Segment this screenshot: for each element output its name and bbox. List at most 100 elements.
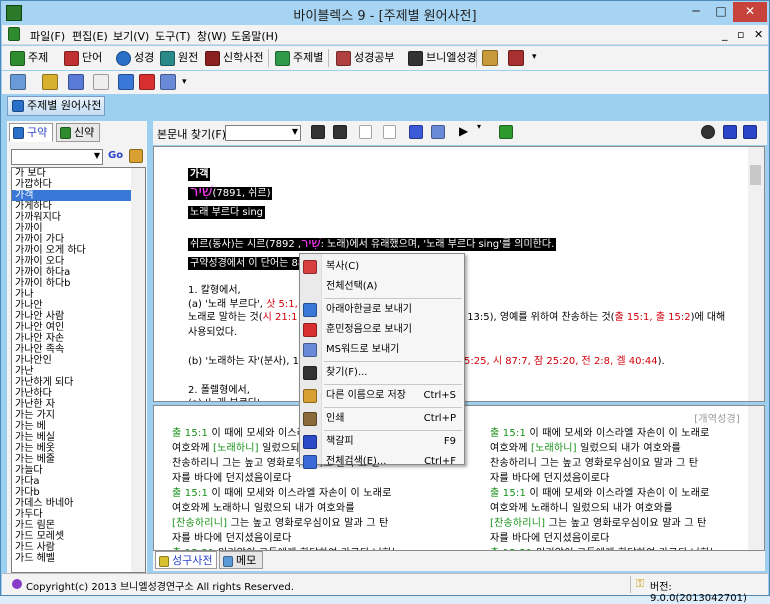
minimize-button[interactable]: ─ [683,2,709,22]
word-list-item[interactable]: 가는 베옷 [12,443,145,454]
context-menu-item[interactable]: 찾기(F)... [300,363,464,383]
toolbar-original-button[interactable]: 원전 [160,49,198,67]
layout-alt-icon[interactable] [743,125,757,139]
toolbar-topic-button[interactable]: 주제 [10,49,48,67]
binoculars-icon[interactable] [311,125,325,139]
page-icon[interactable] [359,125,372,139]
word-list-item[interactable]: 가다a [12,476,145,487]
word-list-item[interactable]: 가깝하다 [12,179,145,190]
tab-old-testament[interactable]: 구약 [9,123,53,142]
play-icon[interactable]: ▶ [459,124,468,138]
page-icon[interactable] [93,74,109,90]
context-menu-item[interactable]: 인쇄 Ctrl+P [300,409,464,429]
find-next-icon[interactable] [333,125,347,139]
close-button[interactable]: ✕ [733,2,767,22]
word-list-scrollbar[interactable] [131,168,145,572]
concordance-scrollbar[interactable] [748,406,764,550]
scrollbar-thumb[interactable] [750,165,761,185]
context-menu-item[interactable]: 훈민정음으로 보내기 [300,320,464,340]
menu-edit[interactable]: 편집(E) [72,28,108,44]
word-list-item[interactable]: 가까이 가다 [12,234,145,245]
word-search-combo[interactable]: ▼ [11,149,103,165]
hunmin-icon[interactable] [139,74,155,90]
menu-file[interactable]: 파일(F) [30,28,65,44]
word-list-item[interactable]: 가드 사람 [12,542,145,553]
toolbar-bible-button[interactable]: 성경 [116,49,154,67]
toolbar-peniel-button[interactable]: 브니엘성경 [408,49,477,67]
title-bar[interactable]: 바이블렉스 9 - [주제별 원어사전] ─ □ ✕ [1,1,769,25]
library-icon[interactable] [482,50,498,66]
exit-icon[interactable] [508,50,524,66]
toolbar-study-button[interactable]: 성경공부 [336,49,394,67]
word-list-item[interactable]: 가드 모레셋 [12,531,145,542]
menu-view[interactable]: 보기(V) [113,28,149,44]
word-list-item[interactable]: 가나안 자손 [12,333,145,344]
edit-doc-icon[interactable] [10,74,26,90]
context-menu-item[interactable]: 다른 이름으로 저장 Ctrl+S [300,386,464,406]
word-list-item[interactable]: 가난 [12,366,145,377]
word-list-item[interactable]: 가나안 족속 [12,344,145,355]
word-list-item[interactable]: 가까이 하다a [12,267,145,278]
search-doc-icon[interactable] [431,125,445,139]
article-scrollbar[interactable] [748,147,764,401]
tab-topic-dictionary[interactable]: 주제별 원어사전 [7,96,105,116]
word-list-item[interactable]: 가나안 여인 [12,322,145,333]
word-list-item[interactable]: 가드 헤벨 [12,553,145,564]
overflow-icon[interactable]: ▾ [477,122,481,131]
verse-link[interactable]: 5:25, 시 87:7, 잠 25:20, 전 2:8, 겔 40:44 [464,356,658,367]
verse-ref[interactable]: 출 15:1 [490,428,526,439]
word-icon[interactable] [160,74,176,90]
toolbar-by-topic-button[interactable]: 주제별 [275,49,323,67]
word-list-item[interactable]: 가다b [12,487,145,498]
tab-memo[interactable]: 메모 [219,551,263,569]
word-list-item[interactable]: 가나안인 [12,355,145,366]
word-list-item[interactable]: 가게하다 [12,201,145,212]
page-icon[interactable] [383,125,396,139]
word-list-item[interactable]: 가 보다 [12,168,145,179]
context-menu-item[interactable]: MS워드로 보내기 [300,340,464,360]
toolbar-theology-button[interactable]: 신학사전 [205,49,263,67]
word-list[interactable]: 가 보다 가깝하다 가객 가게하다 가까워지다 가까이 가까이 가다 가까이 오게 하다 가까이… [11,167,146,573]
context-menu-item[interactable]: 아래아한글로 보내기 [300,300,464,320]
word-list-item[interactable]: 가나안 사람 [12,311,145,322]
context-menu-item[interactable]: 전체선택(A) [300,277,464,297]
context-menu-item[interactable]: 복사(C) [300,257,464,277]
tab-concordance[interactable]: 성구사전 [155,551,217,569]
word-list-item[interactable]: 가는 가지 [12,410,145,421]
verse-ref[interactable]: 출 15:1 [172,428,208,439]
verse-link[interactable]: 시 21:1 [263,312,298,323]
word-list-item[interactable]: 가난하다 [12,388,145,399]
word-list-item[interactable]: 가난하게 되다 [12,377,145,388]
go-button[interactable]: Go [108,150,123,161]
word-list-item[interactable]: 가까이 오게 하다 [12,245,145,256]
word-list-item[interactable]: 가객 [12,190,145,201]
find-input[interactable]: ▼ [225,125,301,141]
toolbar-word-button[interactable]: 단어 [64,49,102,67]
word-list-item[interactable]: 가는 베 [12,421,145,432]
context-menu-item[interactable]: 전체검색(E)... Ctrl+F [300,452,464,472]
word-list-item[interactable]: 가늘다 [12,465,145,476]
word-list-item[interactable]: 가드 림몬 [12,520,145,531]
refresh-icon[interactable] [499,125,513,139]
tab-new-testament[interactable]: 신약 [56,123,100,142]
menu-window[interactable]: 창(W) [197,28,227,44]
word-list-item[interactable]: 가데스 바네아 [12,498,145,509]
toolbar-overflow-icon[interactable]: ▾ [532,52,537,62]
word-list-item[interactable]: 가두다 [12,509,145,520]
word-list-item[interactable]: 가나 [12,289,145,300]
word-list-item[interactable]: 가나안 [12,300,145,311]
settings-icon[interactable] [129,149,143,163]
save-doc-icon[interactable] [68,74,84,90]
context-menu-item[interactable]: 책갈피 F9 [300,432,464,452]
verse-ref[interactable]: 출 15:1 [490,488,526,499]
word-list-item[interactable]: 가까이 오다 [12,256,145,267]
folder-icon[interactable] [42,74,58,90]
books-icon[interactable] [409,125,423,139]
mdi-controls[interactable]: _ ▫ ✕ [722,28,766,41]
hangul-icon[interactable] [118,74,134,90]
word-list-item[interactable]: 가는 베줄 [12,454,145,465]
maximize-button[interactable]: □ [709,2,733,22]
menu-tools[interactable]: 도구(T) [155,28,191,44]
toolbar-overflow-icon[interactable]: ▾ [182,77,187,87]
verse-link[interactable]: 출 15:1, 출 15:2 [615,312,691,323]
